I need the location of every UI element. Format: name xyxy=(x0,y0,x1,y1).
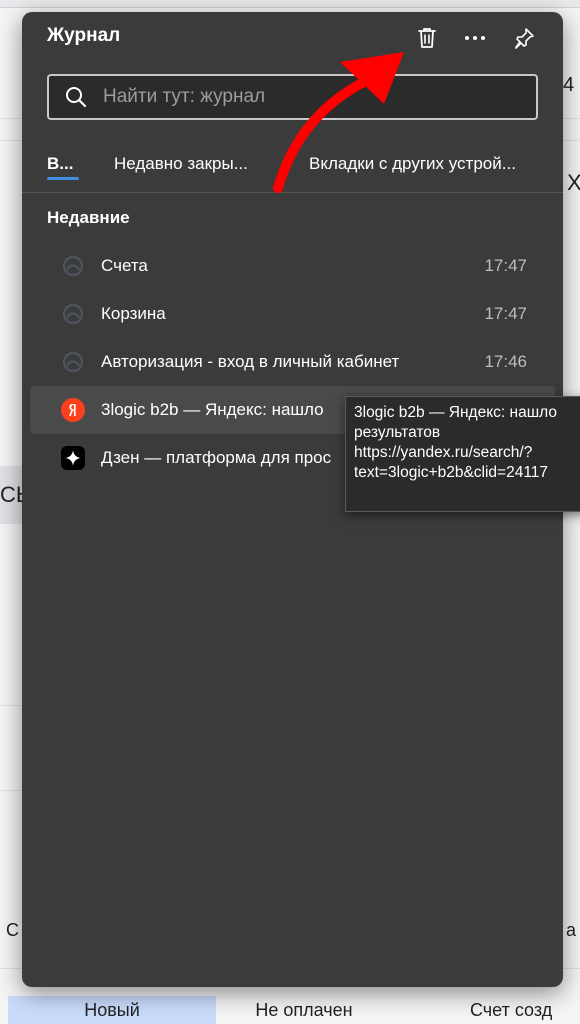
panel-title: Журнал xyxy=(47,25,121,46)
history-item-title: Счета xyxy=(101,256,148,275)
history-item[interactable]: Авторизация - вход в личный кабинет 17:4… xyxy=(30,338,555,386)
more-options-button[interactable] xyxy=(457,20,493,56)
search-input[interactable] xyxy=(103,77,536,117)
more-icon xyxy=(465,36,485,40)
history-search-field[interactable] xyxy=(47,74,538,120)
tooltip-title-line: 3logic b2b — Яндекс: нашло xyxy=(354,404,557,421)
divider xyxy=(22,192,563,193)
dzen-icon xyxy=(61,446,85,470)
history-item[interactable]: Счета 17:47 xyxy=(30,242,555,290)
bg-number: 4 xyxy=(563,74,575,96)
divider xyxy=(0,705,24,706)
bg-fragment: а xyxy=(566,920,577,940)
tooltip-url-line: text=3logic+b2b&clid=24117 xyxy=(354,464,549,481)
history-item-title: Дзен — платформа для прос xyxy=(101,448,332,467)
tab-other-devices[interactable]: Вкладки с других устрой... xyxy=(309,154,516,174)
history-item-time: 17:46 xyxy=(484,352,527,371)
bg-fragment: С xyxy=(6,920,19,940)
browser-toolbar-edge xyxy=(0,0,580,8)
history-item-time: 17:47 xyxy=(484,256,527,275)
tab-all[interactable]: В... xyxy=(47,154,73,174)
invoice-cell: Счет созд xyxy=(470,999,553,1020)
site-icon xyxy=(61,254,85,278)
trash-icon xyxy=(418,28,436,48)
history-item[interactable]: Корзина 17:47 xyxy=(30,290,555,338)
active-tab-indicator xyxy=(47,177,79,180)
panel-header: Журнал xyxy=(22,12,563,64)
bg-close-glyph[interactable]: Х xyxy=(567,170,580,196)
status-cell[interactable]: Новый xyxy=(8,996,216,1024)
pin-icon xyxy=(515,28,534,49)
history-item-tooltip: 3logic b2b — Яндекс: нашло результатов h… xyxy=(345,396,580,512)
divider xyxy=(0,790,24,791)
search-icon xyxy=(49,76,103,118)
pin-panel-button[interactable] xyxy=(506,20,542,56)
history-item-title: Авторизация - вход в личный кабинет xyxy=(101,352,400,371)
history-item-title: Корзина xyxy=(101,304,166,323)
tooltip-title-line: результатов xyxy=(354,424,441,441)
yandex-icon xyxy=(61,398,85,422)
history-tabs: В... Недавно закры... Вкладки с других у… xyxy=(22,142,563,192)
site-icon xyxy=(61,302,85,326)
tab-recently-closed[interactable]: Недавно закры... xyxy=(114,154,248,174)
site-icon xyxy=(61,350,85,374)
delete-history-button[interactable] xyxy=(409,20,445,56)
payment-cell: Не оплачен xyxy=(255,999,353,1020)
history-item-title: 3logic b2b — Яндекс: нашло xyxy=(101,400,324,419)
tooltip-url-line: https://yandex.ru/search/? xyxy=(354,444,533,461)
section-title-recent: Недавние xyxy=(47,208,130,227)
history-item-time: 17:47 xyxy=(484,304,527,323)
